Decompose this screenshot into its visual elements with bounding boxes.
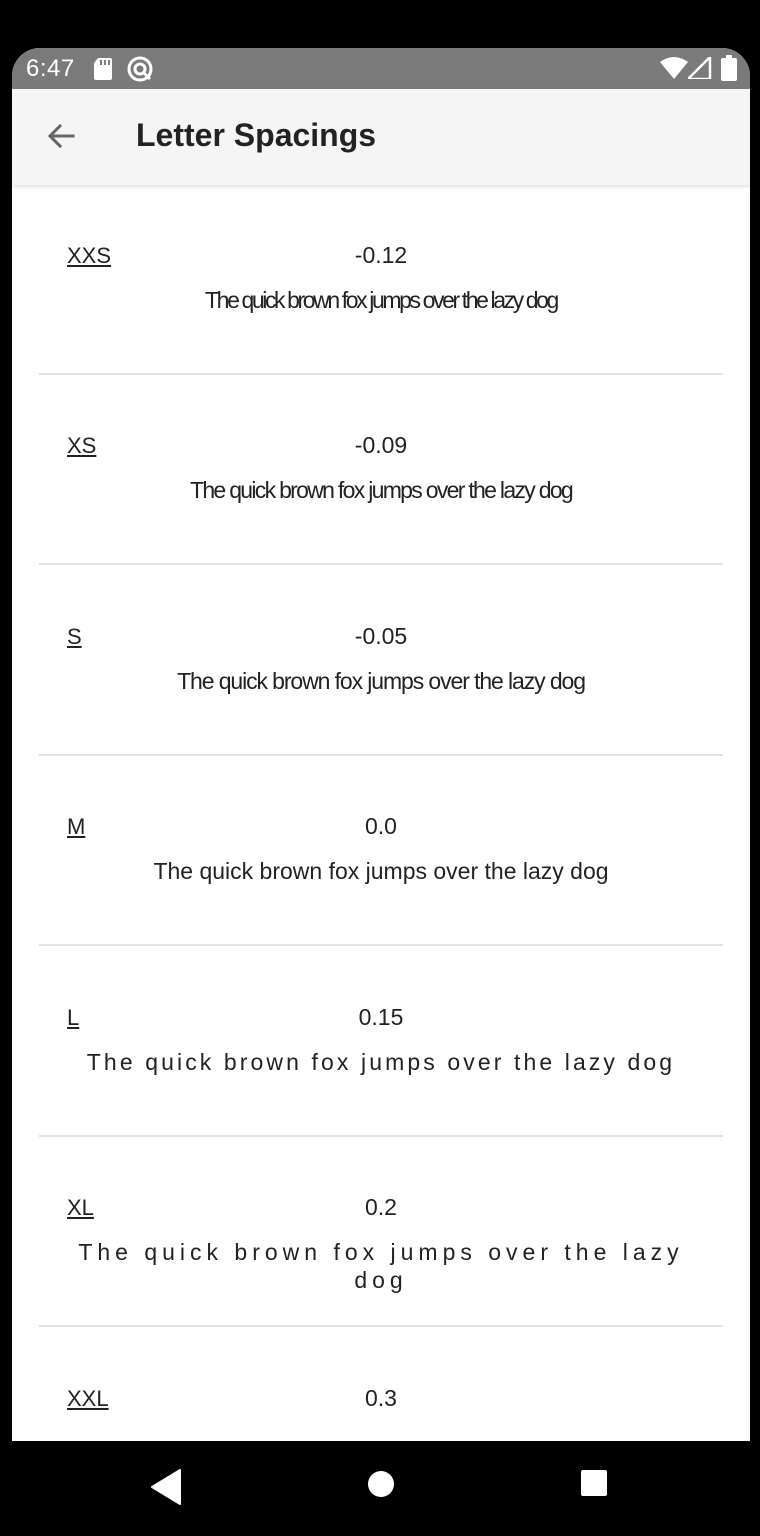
sample-text: The quick brown fox jumps over the lazy …: [153, 858, 609, 884]
spacing-value: -0.05: [354, 623, 408, 649]
spacing-value: -0.12: [354, 242, 408, 268]
list-item: L 0.15 The quick brown fox jumps over th…: [39, 947, 723, 1137]
list-item: XXL 0.3: [39, 1328, 723, 1441]
nav-recents-icon[interactable]: [580, 1469, 608, 1497]
status-bar: 6:47: [12, 48, 750, 89]
nav-home-icon[interactable]: [366, 1469, 396, 1499]
list-item: XL 0.2 The quick brown fox jumps over th…: [39, 1137, 723, 1327]
spacing-value: 0.3: [365, 1385, 397, 1411]
divider: [39, 563, 723, 565]
nav-back-icon[interactable]: [150, 1468, 184, 1506]
sample-text: The quick brown fox jumps over the lazy …: [177, 668, 586, 694]
list-item: M 0.0 The quick brown fox jumps over the…: [39, 756, 723, 946]
sample-text: The quick brown fox jumps over the lazy …: [205, 287, 559, 313]
navigation-bar: [0, 1441, 760, 1536]
arrow-left-icon: [47, 123, 75, 149]
spacing-value: 0.2: [365, 1194, 397, 1220]
sample-text: The quick brown fox jumps over the lazy …: [189, 477, 574, 503]
spacing-value: -0.09: [354, 432, 408, 458]
spacing-value: 0.15: [358, 1004, 404, 1030]
page-title: Letter Spacings: [136, 117, 377, 153]
sample-text: The quick brown fox jumps over the lazy …: [86, 1049, 676, 1075]
sample-text: The quick brown fox jumps over the lazy …: [78, 1239, 684, 1293]
battery-icon: [721, 55, 737, 81]
signal-icon: [688, 57, 712, 79]
letter-spacing-list[interactable]: XXS -0.12 The quick brown fox jumps over…: [12, 185, 750, 1441]
app-bar: Letter Spacings: [12, 89, 750, 185]
divider: [39, 944, 723, 946]
list-item: XS -0.09 The quick brown fox jumps over …: [39, 375, 723, 565]
sync-icon: [127, 56, 153, 82]
list-item: XXS -0.12 The quick brown fox jumps over…: [39, 185, 723, 375]
list-item: S -0.05 The quick brown fox jumps over t…: [39, 566, 723, 756]
spacing-value: 0.0: [365, 813, 397, 839]
status-time: 6:47: [26, 55, 75, 82]
back-button[interactable]: [36, 111, 86, 161]
wifi-icon: [660, 57, 688, 79]
app-screen: 6:47 Letter Spacings XXS -0.12 The quick…: [12, 48, 750, 1441]
sd-card-icon: [94, 58, 112, 80]
divider: [39, 1325, 723, 1327]
